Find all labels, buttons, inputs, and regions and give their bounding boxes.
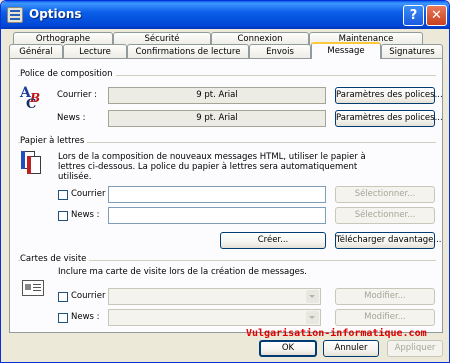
- stationery-news-label: News :: [71, 210, 100, 220]
- stationery-description-line2: lettres ci-dessous. La police du papier …: [58, 162, 358, 172]
- create-stationery-button[interactable]: Créer...: [220, 232, 326, 249]
- close-button[interactable]: ✕: [426, 5, 447, 26]
- stationery-group-title: Papier à lettres: [20, 136, 88, 146]
- tab-message[interactable]: Message: [311, 42, 381, 59]
- font-group-title: Police de composition: [20, 69, 116, 79]
- ok-button[interactable]: OK: [259, 340, 317, 357]
- title-bar[interactable]: Options ? ✕: [1, 1, 449, 29]
- tab-envois[interactable]: Envois: [249, 44, 311, 59]
- chevron-down-icon[interactable]: [306, 290, 319, 303]
- stationery-news-select-button[interactable]: Sélectionner...: [335, 207, 435, 224]
- vcard-news-label: News :: [71, 312, 100, 322]
- vcard-courier-dropdown[interactable]: [108, 288, 321, 305]
- vcard-courier-modify-button[interactable]: Modifier...: [335, 288, 435, 305]
- news-font-settings-button[interactable]: Paramètres des polices...: [335, 110, 443, 127]
- tab-confirmations-de-lecture[interactable]: Confirmations de lecture: [127, 44, 249, 59]
- vcard-news-modify-button[interactable]: Modifier...: [335, 309, 435, 326]
- stationery-news-checkbox[interactable]: [58, 211, 68, 221]
- vcard-courier-checkbox[interactable]: [58, 292, 68, 302]
- stationery-description-line3: utilisée.: [58, 172, 92, 182]
- stationery-courier-label: Courrier :: [71, 189, 112, 199]
- download-more-button[interactable]: Télécharger davantage...: [335, 232, 442, 249]
- window-title: Options: [29, 7, 82, 21]
- tab-signatures[interactable]: Signatures: [381, 44, 443, 59]
- business-card-icon: [22, 280, 44, 296]
- vcard-description: Inclure ma carte de visite lors de la cr…: [58, 267, 308, 277]
- font-courier-label: Courrier :: [57, 90, 98, 100]
- vcard-group-title: Cartes de visite: [20, 254, 90, 264]
- chevron-down-icon[interactable]: [306, 311, 319, 324]
- stationery-icon: [21, 151, 43, 175]
- stationery-courier-select-button[interactable]: Sélectionner...: [335, 186, 435, 203]
- font-abc-icon: ABC: [20, 85, 41, 112]
- watermark: Vulgarisation-informatique.com: [246, 328, 427, 339]
- vcard-news-checkbox[interactable]: [58, 313, 68, 323]
- cancel-button[interactable]: Annuler: [323, 340, 379, 357]
- message-tab-panel: Police de composition ABC Courrier : 9 p…: [9, 58, 443, 333]
- stationery-description-line1: Lors de la composition de nouveaux messa…: [58, 152, 366, 162]
- font-news-label: News :: [57, 113, 86, 123]
- vcard-news-dropdown[interactable]: [108, 309, 321, 326]
- tab-general[interactable]: Général: [9, 44, 63, 59]
- options-window-icon: [7, 7, 23, 23]
- tab-lecture[interactable]: Lecture: [63, 44, 127, 59]
- vcard-courier-label: Courrier :: [71, 291, 112, 301]
- stationery-courier-field[interactable]: [108, 186, 326, 203]
- stationery-news-field[interactable]: [108, 207, 326, 224]
- stationery-courier-checkbox[interactable]: [58, 190, 68, 200]
- options-dialog: Options ? ✕ Orthographe Sécurité Connexi…: [0, 0, 450, 363]
- font-news-value: 9 pt. Arial: [108, 110, 326, 127]
- courier-font-settings-button[interactable]: Paramètres des polices...: [335, 87, 443, 104]
- apply-button[interactable]: Appliquer: [387, 340, 443, 357]
- font-courier-value: 9 pt. Arial: [108, 87, 326, 104]
- help-button[interactable]: ?: [403, 5, 424, 26]
- stationery-description: Lors de la composition de nouveaux messa…: [58, 152, 366, 182]
